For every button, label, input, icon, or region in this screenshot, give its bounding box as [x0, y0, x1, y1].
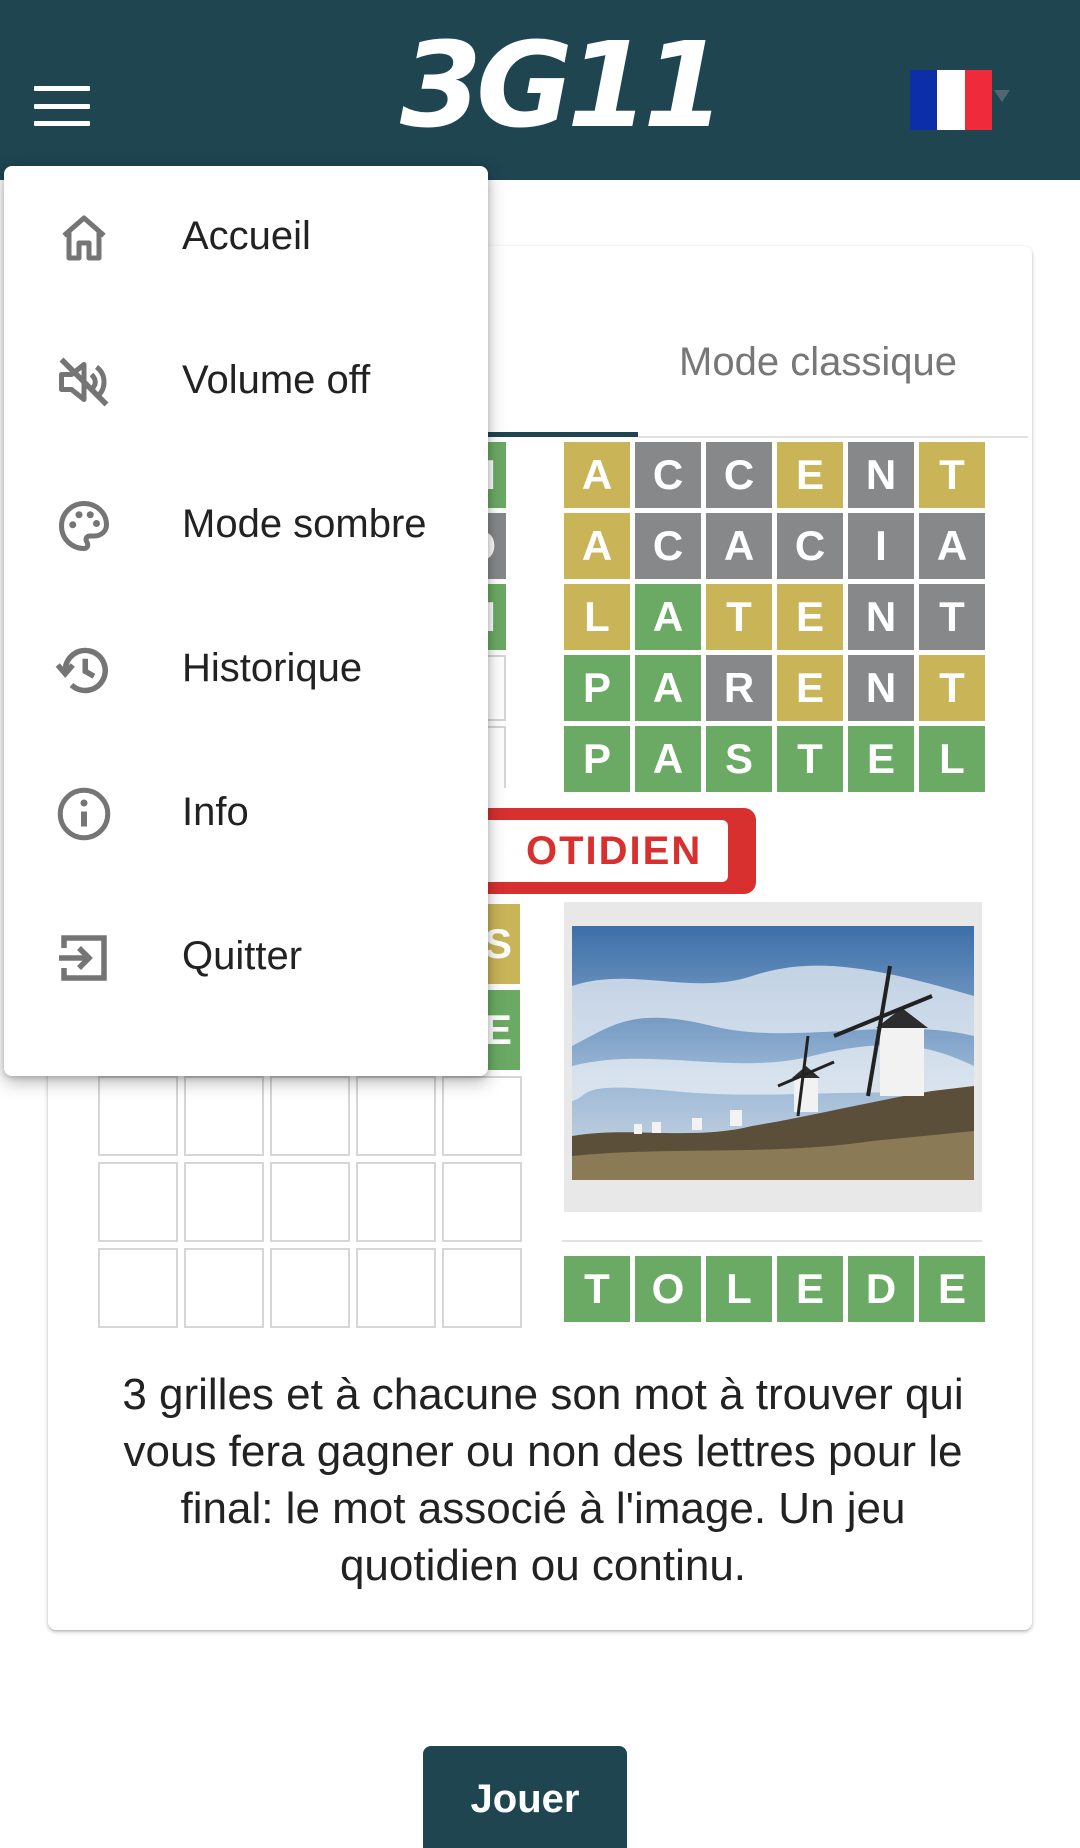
letter-tile: I	[848, 513, 914, 579]
empty-tile	[184, 1162, 264, 1242]
letter-tile: N	[848, 655, 914, 721]
letter-tile: R	[706, 655, 772, 721]
letter-tile: A	[635, 726, 701, 792]
letter-tile: T	[919, 584, 985, 650]
empty-tile	[98, 1248, 178, 1328]
menu-item-history[interactable]: Historique	[4, 598, 488, 742]
menu-item-label: Historique	[182, 646, 363, 690]
exit-icon	[59, 935, 107, 981]
empty-tile	[184, 1076, 264, 1156]
letter-tile: E	[777, 442, 843, 508]
empty-tile	[356, 1162, 436, 1242]
empty-tile	[270, 1162, 350, 1242]
final-letter-tile: E	[919, 1256, 985, 1322]
empty-tile	[98, 1076, 178, 1156]
letter-tile: T	[777, 726, 843, 792]
letter-tile: A	[635, 584, 701, 650]
palette-icon	[58, 500, 110, 552]
windmills-image	[572, 926, 974, 1180]
letter-tile: A	[564, 513, 630, 579]
menu-item-dark-mode[interactable]: Mode sombre	[4, 454, 488, 598]
play-button[interactable]: Jouer	[423, 1746, 627, 1848]
letter-tile: A	[635, 655, 701, 721]
empty-tile	[442, 1248, 522, 1328]
letter-tile: N	[848, 442, 914, 508]
volume-off-icon	[59, 357, 109, 407]
menu-item-label: Accueil	[182, 214, 311, 258]
letter-tile: A	[706, 513, 772, 579]
letter-tile: P	[564, 655, 630, 721]
game-description: 3 grilles et à chacune son mot à trouver…	[122, 1370, 964, 1590]
letter-tile: T	[706, 584, 772, 650]
letter-tile: T	[919, 442, 985, 508]
letter-tile: L	[564, 584, 630, 650]
letter-tile: L	[919, 726, 985, 792]
letter-tile: P	[564, 726, 630, 792]
letter-tile: A	[919, 513, 985, 579]
menu-item-volume[interactable]: Volume off	[4, 310, 488, 454]
letter-tile: C	[635, 442, 701, 508]
word-grid: ACCENTACACIALATENTPARENTPASTEL	[564, 442, 985, 792]
empty-tile	[184, 1248, 264, 1328]
ribbon-label: OTIDIEN	[448, 820, 728, 882]
final-letter-tile: T	[564, 1256, 630, 1322]
menu-item-label: Info	[182, 790, 249, 834]
hint-image-frame	[564, 902, 982, 1212]
letter-tile: T	[919, 655, 985, 721]
fr-flag-icon[interactable]	[910, 70, 992, 130]
letter-tile: E	[777, 584, 843, 650]
hamburger-menu-icon[interactable]	[34, 86, 90, 126]
menu-item-label: Mode sombre	[182, 502, 427, 546]
empty-tile	[356, 1076, 436, 1156]
menu-item-info[interactable]: Info	[4, 742, 488, 886]
letter-tile: E	[777, 655, 843, 721]
empty-tile	[442, 1162, 522, 1242]
final-letter-tile: O	[635, 1256, 701, 1322]
empty-tile	[98, 1162, 178, 1242]
chevron-down-icon[interactable]	[994, 90, 1010, 102]
daily-ribbon: OTIDIEN	[448, 808, 756, 894]
letter-tile: N	[848, 584, 914, 650]
final-letter-tile: L	[706, 1256, 772, 1322]
side-menu: Accueil Volume off Mode sombre Historiqu…	[4, 166, 488, 1076]
empty-tile	[270, 1248, 350, 1328]
final-word-grid: TOLEDE	[564, 1256, 985, 1322]
empty-letter-grid	[98, 1076, 522, 1328]
app-header: 3G11	[0, 0, 1080, 180]
app-logo: 3G11	[400, 16, 725, 154]
letter-tile: S	[706, 726, 772, 792]
empty-tile	[442, 1076, 522, 1156]
menu-item-quit[interactable]: Quitter	[4, 886, 488, 1030]
letter-tile: C	[706, 442, 772, 508]
final-letter-tile: D	[848, 1256, 914, 1322]
letter-tile: A	[564, 442, 630, 508]
divider	[562, 1240, 982, 1242]
home-icon	[62, 215, 106, 261]
empty-tile	[270, 1076, 350, 1156]
tab-classic-mode[interactable]: Mode classique	[608, 340, 1028, 385]
menu-item-label: Quitter	[182, 934, 303, 978]
divider	[638, 436, 1028, 438]
info-icon	[57, 787, 111, 841]
empty-tile	[356, 1248, 436, 1328]
history-icon	[55, 647, 108, 694]
letter-tile: E	[848, 726, 914, 792]
menu-item-home[interactable]: Accueil	[4, 166, 488, 310]
letter-tile: C	[777, 513, 843, 579]
menu-item-label: Volume off	[182, 358, 371, 402]
letter-tile: C	[635, 513, 701, 579]
final-letter-tile: E	[777, 1256, 843, 1322]
